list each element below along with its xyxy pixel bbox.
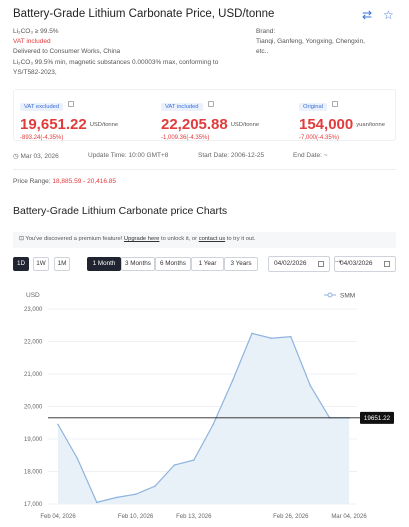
y-tick-label: 20,000 [24,405,43,411]
spec-standard-2: YS/T582-2023, [13,68,57,76]
x-tick-label: Feb 26, 2026 [273,514,309,520]
interval-1w-button[interactable]: 1W [33,257,49,271]
y-tick-label: 17,000 [24,502,43,508]
price-vat-excluded: VAT excluded 19,651.22 USD/tonne -893.24(… [20,95,118,141]
calendar-icon [318,261,324,267]
current-value-label: 19651.22 [364,415,391,422]
info-icon[interactable] [207,100,214,107]
price-chart[interactable]: USD SMM 23,000 22,000 21,000 20,000 19,000 18… [0,282,409,527]
brand-more: etc.. [256,48,269,56]
price-unit: USD/tonne [230,122,260,128]
data-point [309,384,312,387]
range-3months-button[interactable]: 3 Months [121,257,155,271]
y-tick-label: 18,000 [24,470,43,476]
data-point [57,423,59,426]
data-point [115,496,117,499]
end-date: End Date: ~ [293,152,328,159]
x-tick-label: Feb 10, 2026 [118,514,154,520]
data-point [134,493,137,496]
y-axis-label: USD [26,292,40,299]
date-from-input[interactable]: 04/02/2026 [268,256,330,272]
spec-delivery: Delivered to Consumer Works, China [13,48,121,56]
price-tag: Original [299,103,327,111]
price-unit: yuan/tonne [356,122,385,128]
x-tick-label: Feb 13, 2026 [176,514,212,520]
chart-legend[interactable]: SMM [324,292,355,300]
data-point [251,332,253,335]
series-area [58,333,349,504]
data-point [212,423,214,426]
y-tick-label: 21,000 [24,372,43,378]
price-tag: VAT excluded [20,103,64,111]
price-value: 154,000 [299,116,354,133]
spec-vat: VAT included [13,38,51,46]
y-tick-label: 22,000 [24,340,43,346]
price-value: 22,205.88 [161,116,228,133]
data-point [193,459,195,461]
premium-notice: ⊡ You've discovered a premium feature! U… [13,232,396,248]
price-change: -893.24(-4.35%) [20,135,64,141]
swap-arrows-icon[interactable]: ⇄ [362,8,372,22]
info-icon[interactable] [331,100,338,107]
price-date: ◷ Mar 03, 2026 [13,153,59,160]
calendar-icon [384,261,390,267]
data-point [154,485,156,487]
data-point [270,337,273,340]
data-point [231,379,234,382]
legend-label: SMM [340,293,355,300]
interval-1m-button[interactable]: 1M [54,257,70,271]
price-change: -1,009.36(-4.35%) [161,135,210,141]
date-to-input[interactable]: 04/03/2026 [334,256,396,272]
brand-info: Brand: Tianqi, Ganfeng, Yongxing, Chengx… [256,27,396,58]
chart-section-title: Battery-Grade Lithium Carbonate price Ch… [13,205,228,217]
y-tick-label: 19,000 [24,437,43,443]
range-1month-button[interactable]: 1 Month [87,257,121,271]
update-time: Update Time: 10:00 GMT+8 [88,152,169,159]
data-point [96,501,98,504]
range-3years-button[interactable]: 3 Years [224,257,258,271]
page-title: Battery-Grade Lithium Carbonate Price, U… [13,8,275,20]
range-6months-button[interactable]: 6 Months [155,257,191,271]
price-value: 19,651.22 [20,116,87,133]
price-original: Original 154,000 yuan/tonne -7,000(-4.35%… [299,95,385,141]
price-range: Price Range: 18,885.59 - 20,416.85 [13,178,117,185]
legend-marker [327,292,333,298]
spec-formula: Li₂CO₃ ≥ 99.5% [13,28,59,35]
upgrade-link[interactable]: Upgrade here [124,236,159,242]
info-icon[interactable] [68,100,75,107]
price-unit: USD/tonne [89,122,119,128]
interval-1d-button[interactable]: 1D [13,257,29,271]
product-spec: Li₂CO₃ ≥ 99.5% VAT included Delivered to… [13,27,251,78]
data-point [290,335,292,338]
price-change: -7,000(-4.35%) [299,135,340,141]
contact-link[interactable]: contact us [199,236,225,242]
data-point [173,464,176,466]
x-tick-label: Mar 04, 2026 [331,514,367,520]
star-outline-icon[interactable]: ☆ [383,8,394,22]
range-1year-button[interactable]: 1 Year [191,257,224,271]
price-tag: VAT included [161,103,203,111]
start-date: Start Date: 2006-12-25 [198,152,265,159]
divider [13,169,396,170]
brand-names: Tianqi, Ganfeng, Yongxing, Chengxin, [256,38,365,46]
brand-label: Brand: [256,28,276,35]
y-tick-label: 23,000 [24,307,43,313]
data-point [76,457,79,460]
x-tick-label: Feb 04, 2026 [40,514,76,520]
spec-standard-1: Li₂CO₃ 99.5% min, magnetic substances 0.… [13,58,219,66]
price-vat-included: VAT included 22,205.88 USD/tonne -1,009.3… [161,95,259,141]
